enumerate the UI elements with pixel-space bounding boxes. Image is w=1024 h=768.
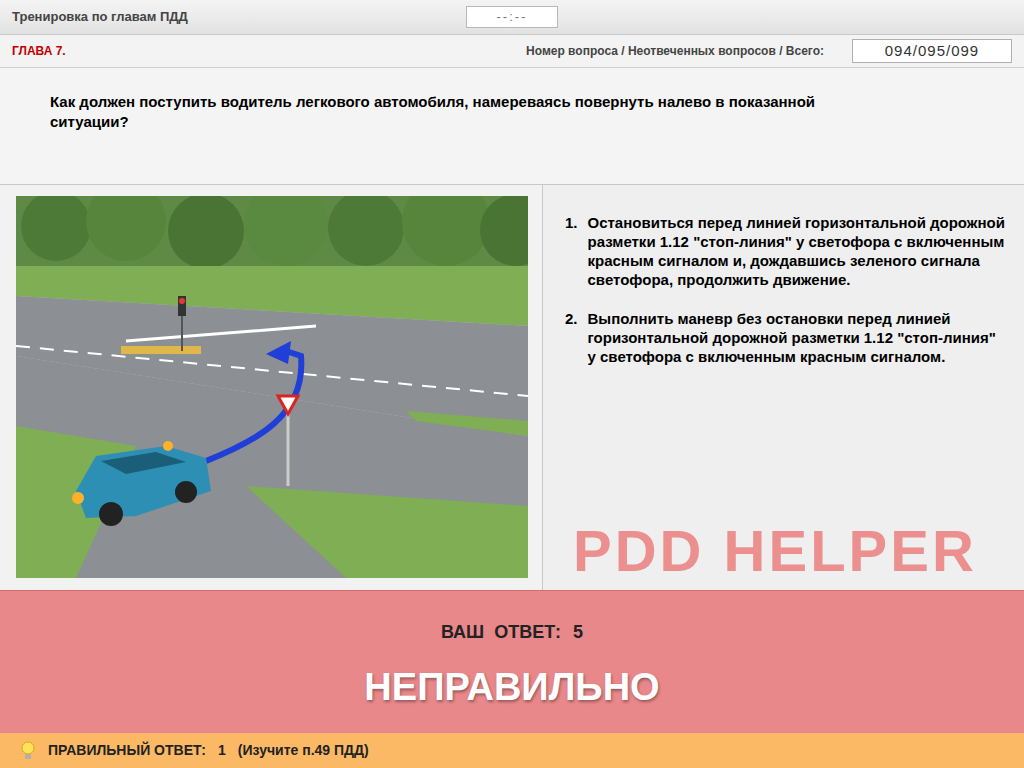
result-band: ВАШ ОТВЕТ: 5 НЕПРАВИЛЬНО bbox=[0, 590, 1024, 733]
image-panel bbox=[0, 185, 543, 590]
question-area: Как должен поступить водитель легкового … bbox=[0, 68, 1024, 185]
app-title: Тренировка по главам ПДД bbox=[12, 7, 188, 27]
answer-text: Остановиться перед линией горизонтальной… bbox=[588, 213, 1008, 289]
answer-number: 1. bbox=[565, 213, 578, 289]
timer-text: --:-- bbox=[497, 7, 528, 27]
counter-group: Номер вопроса / Неотвеченных вопросов / … bbox=[526, 39, 1012, 64]
correct-answer-hint: (Изучите п.49 ПДД) bbox=[238, 740, 369, 761]
answer-list: 1.Остановиться перед линией горизонтальн… bbox=[565, 213, 1008, 366]
question-text: Как должен поступить водитель легкового … bbox=[50, 92, 824, 132]
chapter-label: ГЛАВА 7. bbox=[12, 42, 66, 60]
main-area: 1.Остановиться перед линией горизонтальн… bbox=[0, 185, 1024, 590]
watermark: PDD HELPER bbox=[573, 522, 977, 580]
answer-text: Выполнить маневр без остановки перед лин… bbox=[588, 309, 1008, 366]
chapter-bar: ГЛАВА 7. Номер вопроса / Неотвеченных во… bbox=[0, 35, 1024, 68]
timer: --:-- bbox=[466, 6, 558, 28]
answer-option[interactable]: 1.Остановиться перед линией горизонтальн… bbox=[565, 213, 1008, 289]
your-answer: ВАШ ОТВЕТ: 5 bbox=[441, 619, 583, 646]
counter-box: 094/095/099 bbox=[852, 39, 1012, 64]
answers-panel: 1.Остановиться перед линией горизонтальн… bbox=[543, 185, 1024, 590]
correct-answer-bar: ПРАВИЛЬНЫЙ ОТВЕТ: 1 (Изучите п.49 ПДД) bbox=[0, 733, 1024, 768]
your-answer-label: ВАШ ОТВЕТ: bbox=[441, 619, 561, 646]
correct-answer-label: ПРАВИЛЬНЫЙ ОТВЕТ: bbox=[48, 740, 206, 761]
app: Тренировка по главам ПДД --:-- ГЛАВА 7. … bbox=[0, 0, 1024, 768]
traffic-scene-picture bbox=[16, 196, 528, 578]
your-answer-value: 5 bbox=[573, 619, 583, 646]
answer-number: 2. bbox=[565, 309, 578, 366]
lightbulb-icon bbox=[20, 741, 36, 761]
counter: 094/095/099 bbox=[885, 40, 979, 63]
correct-answer-value: 1 bbox=[218, 740, 226, 761]
counter-label: Номер вопроса / Неотвеченных вопросов / … bbox=[526, 42, 824, 60]
verdict: НЕПРАВИЛЬНО bbox=[364, 668, 659, 706]
top-bar: Тренировка по главам ПДД --:-- bbox=[0, 0, 1024, 35]
answer-option[interactable]: 2.Выполнить маневр без остановки перед л… bbox=[565, 309, 1008, 366]
